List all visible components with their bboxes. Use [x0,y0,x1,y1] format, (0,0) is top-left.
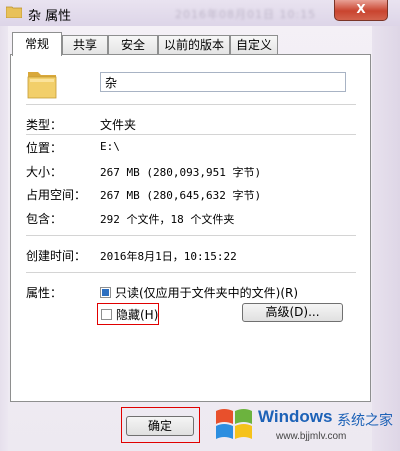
folder-name-input[interactable] [100,72,346,92]
properties-window: 杂 属性 2016年08月01日 10:15 X 常规 共享 安全 以前的版本 … [0,0,400,451]
type-value: 文件夹 [100,118,137,132]
disk-size-label: 占用空间： [26,188,87,202]
divider [26,104,356,105]
readonly-checkbox[interactable] [100,287,111,298]
advanced-button[interactable]: 高级(D)... [242,303,343,322]
readonly-label: 只读(仅应用于文件夹中的文件)(R) [115,286,299,300]
advanced-button-label: 高级(D)... [265,305,320,319]
location-label: 位置： [26,141,63,155]
contains-label: 包含： [26,212,63,226]
created-value: 2016年8月1日，10:15:22 [100,250,237,263]
watermark-brand: Windows [258,407,333,426]
created-label: 创建时间： [26,249,87,263]
disk-size-value: 267 MB (280,645,632 字节) [100,189,262,202]
attributes-label: 属性： [26,286,63,300]
hidden-label: 隐藏(H) [116,308,159,322]
hidden-checkbox[interactable] [101,309,112,320]
size-value: 267 MB (280,093,951 字节) [100,166,262,179]
type-label: 类型： [26,118,63,132]
folder-large-icon [27,72,57,99]
general-tab-content: 类型： 文件夹 位置： E:\ 大小： 267 MB (280,093,951 … [0,0,400,451]
ok-button[interactable]: 确定 [126,416,194,436]
divider [26,134,356,135]
contains-value: 292 个文件，18 个文件夹 [100,213,235,226]
watermark-url: www.bjjmlv.com [276,431,347,442]
watermark-cn: 系统之家 [337,413,393,429]
divider [26,272,356,273]
size-label: 大小： [26,165,63,179]
ok-button-label: 确定 [147,419,172,433]
windows-logo-icon [216,409,252,439]
location-value: E:\ [100,140,120,153]
divider [26,235,356,236]
